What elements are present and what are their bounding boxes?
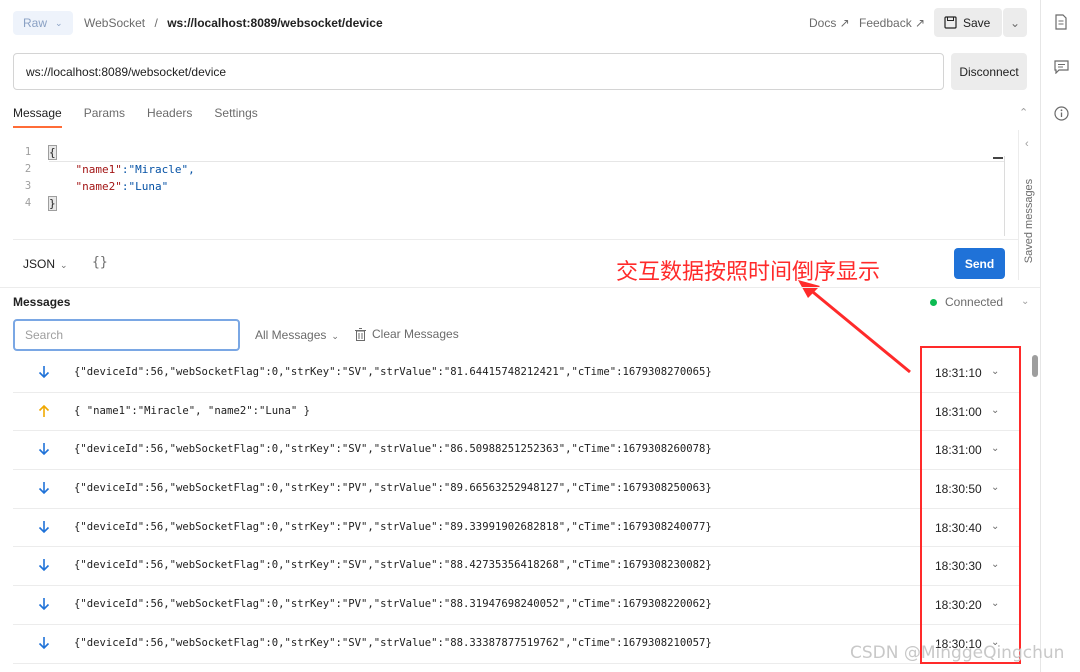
- send-button[interactable]: Send: [954, 248, 1005, 279]
- message-payload: {"deviceId":56,"webSocketFlag":0,"strKey…: [74, 559, 712, 572]
- search-input[interactable]: Search: [13, 319, 240, 351]
- filter-label: All Messages: [255, 328, 327, 342]
- save-options-button[interactable]: ⌄: [1003, 8, 1027, 37]
- tab-message[interactable]: Message: [13, 100, 62, 128]
- arrow-down-icon: [38, 559, 50, 572]
- line-number: 3: [24, 180, 32, 192]
- top-bar: Raw ⌄ WebSocket / ws://localhost:8089/we…: [0, 0, 1040, 46]
- message-row[interactable]: {"deviceId":56,"webSocketFlag":0,"strKey…: [13, 509, 1019, 548]
- arrow-down-icon: [38, 598, 50, 611]
- chevron-up-icon[interactable]: ⌃: [1019, 106, 1028, 119]
- code-value: :"Miracle",: [121, 163, 195, 176]
- arrow-down-icon: [38, 520, 50, 533]
- format-dropdown[interactable]: JSON ⌄: [23, 257, 68, 271]
- editor-scrollbar[interactable]: [1004, 156, 1005, 236]
- arrow-down-icon: [38, 443, 50, 456]
- beautify-button[interactable]: {}: [92, 255, 108, 270]
- messages-title: Messages: [13, 295, 71, 309]
- docs-link[interactable]: Docs ↗: [809, 16, 850, 30]
- arrow-down-icon: [38, 366, 50, 379]
- line-numbers: 1 2 3 4: [13, 144, 43, 212]
- divider: [0, 287, 1040, 288]
- message-payload: {"deviceId":56,"webSocketFlag":0,"strKey…: [74, 443, 712, 456]
- tab-settings[interactable]: Settings: [214, 100, 257, 128]
- line-number: 4: [24, 197, 32, 209]
- url-input[interactable]: ws://localhost:8089/websocket/device: [13, 53, 944, 90]
- message-payload: { "name1":"Miracle", "name2":"Luna" }: [74, 404, 310, 417]
- chevron-left-icon[interactable]: ‹: [1025, 138, 1029, 150]
- message-row[interactable]: { "name1":"Miracle", "name2":"Luna" } 18:…: [13, 393, 1019, 432]
- clear-messages-label: Clear Messages: [372, 327, 459, 341]
- annotation-highlight-box: [920, 346, 1021, 664]
- arrow-up-icon: [38, 404, 50, 417]
- message-row[interactable]: {"deviceId":56,"webSocketFlag":0,"strKey…: [13, 354, 1019, 393]
- message-filter-dropdown[interactable]: All Messages ⌄: [255, 328, 339, 342]
- search-placeholder: Search: [25, 328, 64, 342]
- message-payload: {"deviceId":56,"webSocketFlag":0,"strKey…: [74, 366, 712, 378]
- message-row[interactable]: {"deviceId":56,"webSocketFlag":0,"strKey…: [13, 586, 1019, 625]
- code-content[interactable]: { "name1":"Miracle", "name2":"Luna" }: [48, 144, 195, 212]
- status-label: Connected: [945, 295, 1004, 309]
- message-payload: {"deviceId":56,"webSocketFlag":0,"strKey…: [74, 482, 712, 495]
- breadcrumb: WebSocket / ws://localhost:8089/websocke…: [84, 16, 383, 30]
- breadcrumb-parent[interactable]: WebSocket: [84, 16, 145, 30]
- message-list: {"deviceId":56,"webSocketFlag":0,"strKey…: [13, 354, 1019, 664]
- watermark: CSDN @MinggeQingchun: [850, 643, 1065, 663]
- documentation-icon[interactable]: [1054, 14, 1070, 30]
- mode-label: Raw: [23, 16, 48, 30]
- save-icon: [944, 16, 957, 29]
- message-payload: {"deviceId":56,"webSocketFlag":0,"strKey…: [74, 598, 712, 611]
- message-editor[interactable]: 1 2 3 4 { "name1":"Miracle", "name2":"Lu…: [13, 138, 1019, 240]
- message-payload: {"deviceId":56,"webSocketFlag":0,"strKey…: [74, 636, 712, 649]
- arrow-down-icon: [38, 482, 50, 495]
- info-icon[interactable]: [1054, 106, 1070, 122]
- breadcrumb-separator: /: [154, 16, 158, 30]
- saved-messages-label[interactable]: Saved messages: [1023, 171, 1035, 271]
- feedback-link[interactable]: Feedback ↗: [859, 16, 925, 30]
- tab-params[interactable]: Params: [84, 100, 125, 128]
- right-sidebar: [1040, 0, 1080, 672]
- minimap-marker: [993, 157, 1003, 159]
- line-number: 1: [24, 146, 32, 158]
- trash-icon: [355, 327, 366, 341]
- messages-scrollbar[interactable]: [1032, 355, 1038, 377]
- save-button[interactable]: Save: [934, 8, 1002, 37]
- code-brace-open: {: [48, 145, 57, 160]
- format-label: JSON: [23, 257, 56, 271]
- connection-status: Connected: [930, 295, 1003, 309]
- message-row[interactable]: {"deviceId":56,"webSocketFlag":0,"strKey…: [13, 547, 1019, 587]
- chevron-down-icon[interactable]: ⌄: [1021, 296, 1029, 307]
- code-brace-close: }: [48, 196, 57, 211]
- comments-icon[interactable]: [1054, 60, 1070, 76]
- message-row[interactable]: {"deviceId":56,"webSocketFlag":0,"strKey…: [13, 470, 1019, 509]
- disconnect-button[interactable]: Disconnect: [951, 53, 1027, 90]
- mode-dropdown[interactable]: Raw ⌄: [13, 11, 73, 35]
- chevron-down-icon: ⌄: [60, 260, 68, 270]
- request-title[interactable]: ws://localhost:8089/websocket/device: [167, 16, 382, 30]
- clear-messages-button[interactable]: Clear Messages: [355, 327, 459, 341]
- chevron-down-icon: ⌄: [1009, 15, 1021, 30]
- saved-messages-panel[interactable]: ‹ Saved messages: [1018, 130, 1038, 280]
- chevron-down-icon: ⌄: [331, 331, 339, 341]
- chevron-down-icon: ⌄: [55, 17, 63, 28]
- code-key: "name2": [75, 180, 122, 193]
- arrow-down-icon: [38, 636, 50, 649]
- line-number: 2: [24, 163, 32, 175]
- code-key: "name1": [75, 163, 122, 176]
- message-payload: {"deviceId":56,"webSocketFlag":0,"strKey…: [74, 520, 712, 533]
- save-label: Save: [963, 15, 991, 30]
- code-value: :"Luna": [121, 180, 169, 193]
- request-tabs: Message Params Headers Settings: [13, 100, 280, 128]
- tab-headers[interactable]: Headers: [147, 100, 192, 128]
- message-row[interactable]: {"deviceId":56,"webSocketFlag":0,"strKey…: [13, 431, 1019, 471]
- status-dot-icon: [930, 298, 937, 306]
